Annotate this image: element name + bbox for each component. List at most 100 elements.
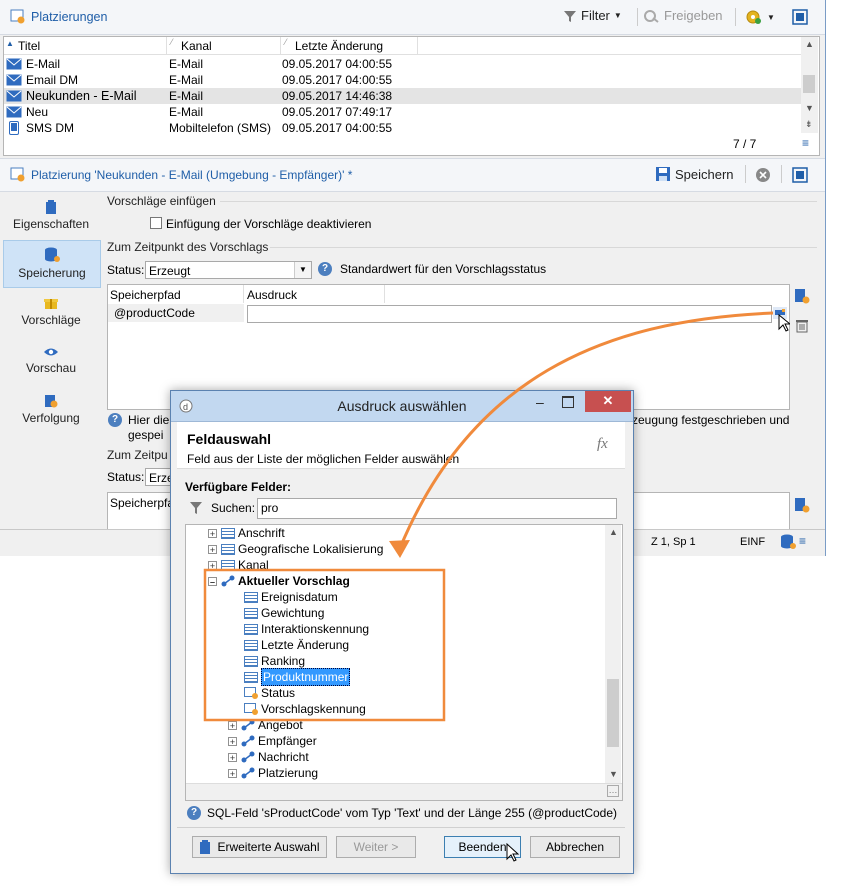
- close-window-button[interactable]: ✕: [585, 391, 631, 412]
- tree-scrollbar[interactable]: ▲ ▼: [605, 525, 621, 783]
- chevron-down-icon[interactable]: ▼: [294, 262, 311, 278]
- tree-item-ranking[interactable]: Ranking: [244, 653, 305, 669]
- col-date[interactable]: Letzte Änderung: [295, 39, 383, 53]
- tree-item-status[interactable]: Status: [244, 685, 295, 701]
- actions-button[interactable]: ▼: [745, 9, 775, 25]
- table-row[interactable]: SMS DM Mobiltelefon (SMS) 09.05.2017 04:…: [4, 120, 801, 136]
- tree-item-geolocation[interactable]: + Geografische Lokalisierung: [208, 541, 383, 557]
- add-row-icon[interactable]: [794, 497, 810, 513]
- filter-button[interactable]: Filter ▼: [563, 8, 622, 23]
- table-row[interactable]: E-Mail E-Mail 09.05.2017 04:00:55: [4, 56, 801, 72]
- table-row[interactable]: Email DM E-Mail 09.05.2017 04:00:55: [4, 72, 801, 88]
- row-channel: E-Mail: [169, 73, 204, 87]
- list-title: Platzierungen: [31, 10, 108, 24]
- scroll-down-icon[interactable]: ▼: [609, 769, 618, 779]
- col-storage-path: Speicherpfad: [110, 288, 181, 302]
- scroll-thumb[interactable]: [803, 75, 815, 93]
- status-select[interactable]: Erzeugt ▼: [145, 261, 312, 279]
- collapse-icon[interactable]: –: [208, 576, 217, 586]
- help-icon: ?: [108, 413, 122, 427]
- col-channel[interactable]: Kanal: [181, 39, 212, 53]
- col-title[interactable]: Titel: [18, 39, 40, 53]
- tree-item-message[interactable]: + Nachricht: [228, 749, 309, 765]
- expand-icon[interactable]: +: [228, 720, 237, 730]
- maximize-icon[interactable]: [792, 9, 808, 25]
- maximize-window-icon[interactable]: [562, 396, 574, 408]
- expand-icon[interactable]: +: [228, 736, 237, 746]
- link-icon: [241, 767, 255, 779]
- field-icon: [244, 655, 258, 667]
- expand-icon[interactable]: +: [208, 560, 217, 570]
- expand-icon[interactable]: +: [228, 768, 237, 778]
- minimize-icon[interactable]: –: [536, 394, 544, 410]
- status-menu-icon[interactable]: ≡: [799, 534, 806, 548]
- nav-preview[interactable]: Vorschau: [3, 342, 99, 388]
- maximize-icon[interactable]: [792, 167, 808, 183]
- table-row[interactable]: Neu E-Mail 09.05.2017 07:49:17: [4, 104, 801, 120]
- expand-icon[interactable]: +: [228, 752, 237, 762]
- tree-item-placement[interactable]: + Platzierung: [228, 765, 318, 781]
- expression-field[interactable]: [247, 305, 772, 323]
- list-menu-icon[interactable]: ≡: [802, 136, 809, 150]
- scroll-end-icon[interactable]: ⇟: [805, 119, 813, 130]
- tree-item-last-modified[interactable]: Letzte Änderung: [244, 637, 349, 653]
- add-row-icon[interactable]: [794, 288, 810, 304]
- table-row[interactable]: Neukunden - E-Mail E-Mail 09.05.2017 14:…: [4, 88, 801, 104]
- row-title: E-Mail: [26, 57, 61, 71]
- tree-item-weight[interactable]: Gewichtung: [244, 605, 324, 621]
- scroll-up-icon[interactable]: ▲: [805, 39, 814, 49]
- table-row[interactable]: @productCode: [108, 304, 244, 322]
- advanced-selection-button[interactable]: Erweiterte Auswahl: [192, 836, 327, 858]
- tree-item-recipient[interactable]: + Empfänger: [228, 733, 317, 749]
- nav-storage[interactable]: Speicherung: [3, 240, 101, 288]
- release-button[interactable]: Freigeben: [644, 8, 723, 23]
- tree-item-channel[interactable]: + Kanal: [208, 557, 269, 573]
- save-button[interactable]: Speichern: [655, 166, 734, 182]
- disable-insertion-checkbox[interactable]: [150, 217, 162, 229]
- placements-list: ▲ Titel ⁄ Kanal ⁄ Letzte Änderung E-Mail…: [3, 36, 820, 156]
- storage-path-value: @productCode: [114, 306, 195, 320]
- status-label-2: Status:: [107, 470, 145, 484]
- database-icon: [45, 247, 60, 262]
- row-date: 09.05.2017 04:00:55: [282, 57, 393, 71]
- tree-item-offer[interactable]: + Angebot: [228, 717, 303, 733]
- scroll-down-icon[interactable]: ▼: [805, 103, 814, 113]
- nav-label: Verfolgung: [22, 411, 80, 425]
- cancel-button[interactable]: Abbrechen: [530, 836, 620, 858]
- expand-icon[interactable]: +: [208, 544, 217, 554]
- trash-icon[interactable]: [795, 318, 809, 333]
- insert-mode: EINF: [740, 536, 766, 548]
- tree-item-product-number[interactable]: Produktnummer: [244, 668, 351, 686]
- search-label: Suchen:: [211, 501, 256, 515]
- tree-item-event-date[interactable]: Ereignisdatum: [244, 589, 338, 605]
- close-icon[interactable]: [755, 167, 771, 183]
- tree-item-proposition-id[interactable]: Vorschlagskennung: [244, 701, 366, 717]
- clipboard-icon: [200, 840, 211, 854]
- nav-tracking[interactable]: Verfolgung: [3, 390, 99, 436]
- release-label: Freigeben: [664, 8, 723, 23]
- list-toolbar: Platzierungen Filter ▼ Freigeben ▼: [0, 0, 825, 35]
- nav-properties[interactable]: Eigenschaften: [3, 194, 99, 240]
- field-tree: + Anschrift + Geografische Lokalisierung +…: [185, 524, 623, 801]
- fx-icon[interactable]: fx: [597, 436, 608, 453]
- tree-item-address[interactable]: + Anschrift: [208, 525, 285, 541]
- more-icon[interactable]: …: [607, 785, 619, 797]
- field-info: SQL-Feld 'sProductCode' vom Typ 'Text' u…: [207, 806, 618, 820]
- expand-icon[interactable]: +: [208, 528, 217, 538]
- dialog-subheading: Feld aus der Liste der möglichen Felder …: [187, 452, 460, 466]
- nav-propositions[interactable]: Vorschläge: [3, 292, 99, 338]
- tree-label: Aktueller Vorschlag: [238, 574, 350, 588]
- list-scrollbar[interactable]: ▲ ▼ ⇟: [801, 37, 818, 133]
- button-label: Weiter >: [353, 840, 399, 854]
- next-button[interactable]: Weiter >: [336, 836, 416, 858]
- row-date: 09.05.2017 04:00:55: [282, 121, 393, 135]
- scroll-thumb[interactable]: [607, 679, 619, 747]
- tree-item-current-proposition[interactable]: – Aktueller Vorschlag: [208, 573, 350, 589]
- scroll-up-icon[interactable]: ▲: [609, 527, 618, 537]
- search-input[interactable]: pro: [257, 498, 617, 519]
- tree-label: Nachricht: [258, 750, 309, 764]
- tree-item-interaction-id[interactable]: Interaktionskennung: [244, 621, 369, 637]
- help-icon[interactable]: ?: [318, 262, 332, 276]
- chevron-down-icon: ▼: [767, 12, 775, 22]
- field-icon: [244, 639, 258, 651]
